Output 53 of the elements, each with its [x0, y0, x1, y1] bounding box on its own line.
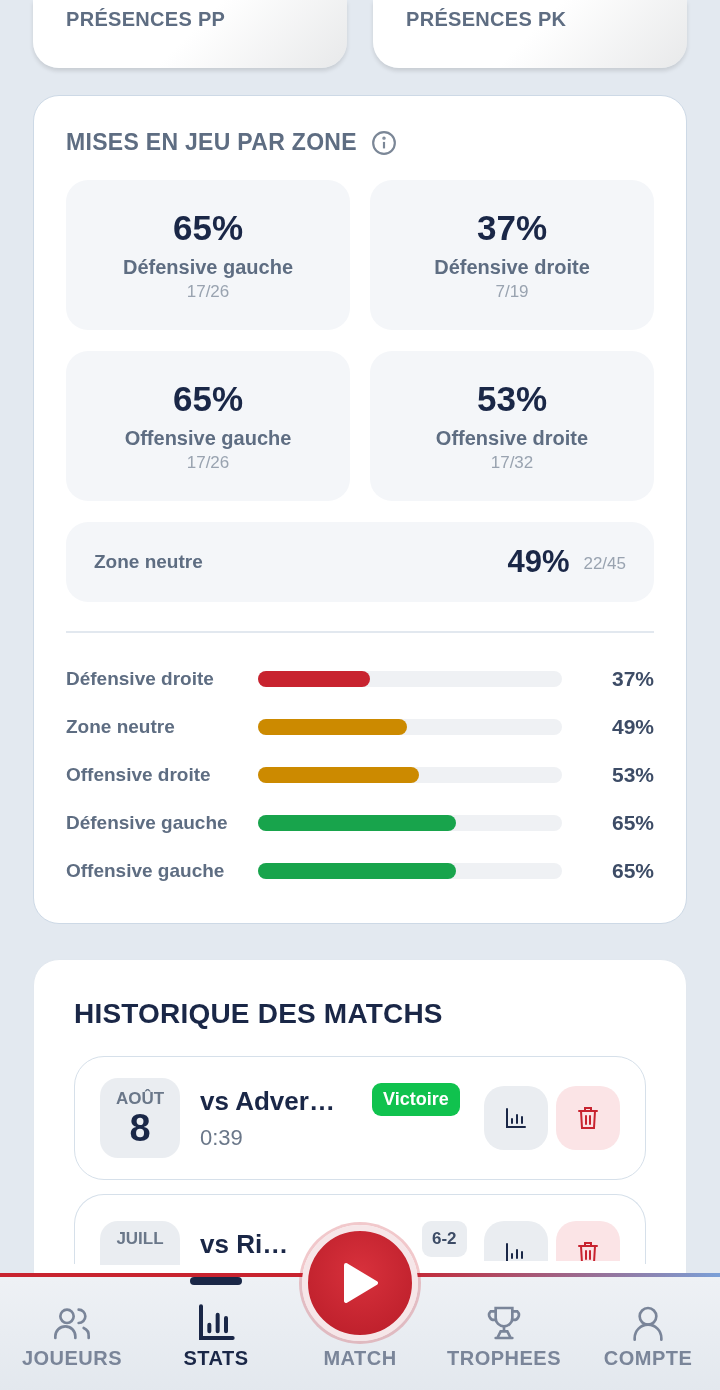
trash-icon	[576, 1240, 600, 1261]
zone-percent: 53%	[476, 379, 548, 419]
zone-ratio: 17/26	[186, 453, 230, 473]
bar-value: 49%	[610, 715, 654, 739]
zone-name: Défensive droite	[434, 256, 590, 279]
nav-tab[interactable]: TROPHEES	[432, 1277, 576, 1390]
stats-button[interactable]	[484, 1086, 548, 1150]
date-month: JUILL	[116, 1229, 164, 1249]
section-title: HISTORIQUE DES MATCHS	[74, 998, 444, 1030]
zone-percent: 49%	[507, 544, 570, 580]
bar-value: 37%	[610, 667, 654, 691]
zone-name: Offensive gauche	[124, 427, 292, 450]
match-row[interactable]: AOÛT 8 vs Adver… 0:39 Victoire	[74, 1056, 646, 1180]
zone-ratio: 22/45	[583, 554, 626, 574]
score-badge: 6-2	[422, 1221, 467, 1257]
section-title: MISES EN JEU PAR ZONE	[66, 129, 357, 156]
bar-label: Offensive droite	[66, 763, 212, 787]
zone-percent: 37%	[476, 208, 548, 248]
bar-value: 65%	[610, 811, 654, 835]
bar-chart-icon	[196, 1303, 236, 1343]
active-indicator	[190, 1277, 242, 1285]
zone-name: Défensive gauche	[122, 256, 294, 279]
zone-ratio: 7/19	[495, 282, 529, 302]
bar-value: 53%	[610, 763, 654, 787]
delete-button[interactable]	[556, 1086, 620, 1150]
info-icon[interactable]	[370, 129, 397, 156]
opponent-name: vs Adver…	[200, 1085, 336, 1117]
zone-name: Zone neutre	[94, 551, 204, 573]
trash-icon	[576, 1105, 600, 1131]
date-day: 8	[129, 1109, 151, 1147]
zone-ratio: 17/26	[186, 282, 230, 302]
bar-chart-icon	[504, 1106, 528, 1130]
stat-card[interactable]: PRÉSENCES PP	[33, 0, 347, 68]
date-month: AOÛT	[115, 1089, 165, 1109]
bar-label: Offensive gauche	[66, 859, 226, 883]
card-title: PRÉSENCES PP	[66, 8, 226, 30]
match-time: 0:39	[200, 1124, 244, 1151]
bar-label: Défensive gauche	[66, 811, 229, 835]
zone-percent: 65%	[172, 379, 244, 419]
bar-value: 65%	[610, 859, 654, 883]
zone-percent: 65%	[172, 208, 244, 248]
nav-tab[interactable]: COMPTE	[576, 1277, 720, 1390]
card-title: PRÉSENCES PK	[406, 8, 567, 30]
zone-ratio: 17/32	[490, 453, 534, 473]
zone-name: Offensive droite	[435, 427, 589, 450]
opponent-name: vs Ri…	[200, 1229, 290, 1260]
nav-tab[interactable]: MATCH	[323, 1347, 397, 1370]
bar-label: Zone neutre	[66, 715, 176, 739]
nav-tab[interactable]: STATS	[144, 1277, 288, 1390]
stat-card[interactable]: PRÉSENCES PK	[373, 0, 687, 68]
result-badge: Victoire	[372, 1083, 460, 1116]
nav-tab[interactable]: JOUEURS	[0, 1277, 144, 1390]
bar-label: Défensive droite	[66, 667, 215, 691]
